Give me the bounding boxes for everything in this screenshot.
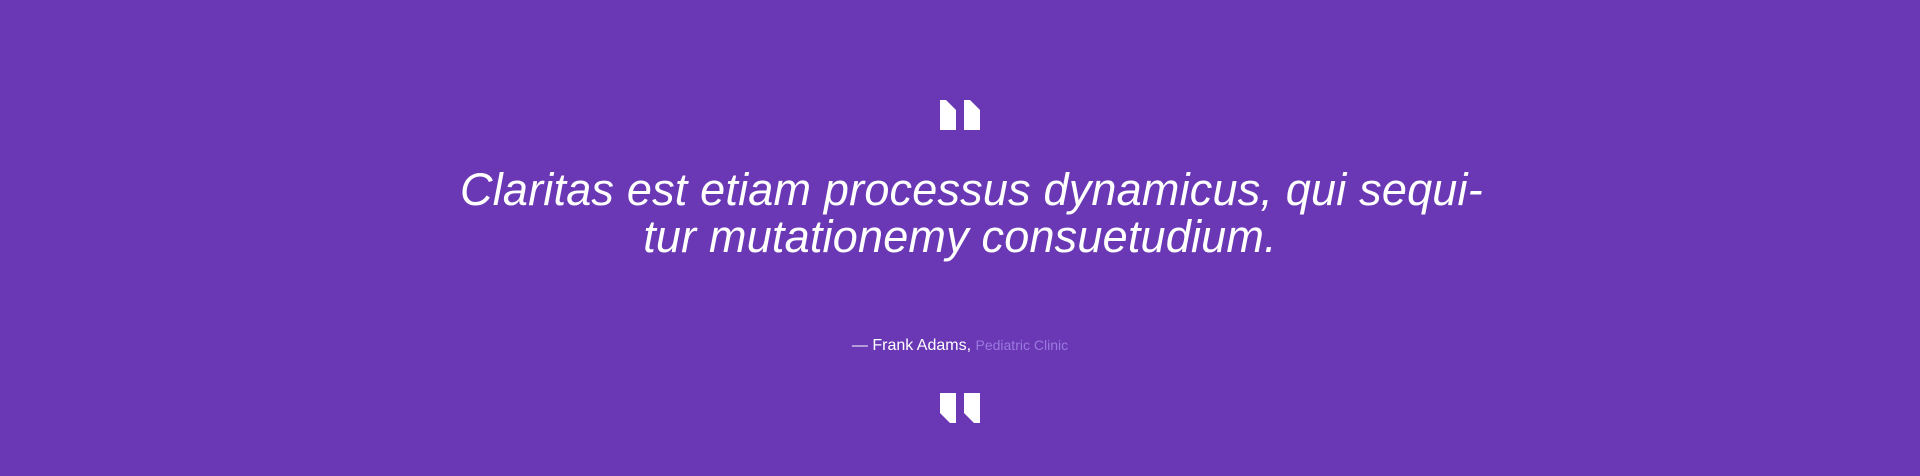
author-name: Frank Adams, [872,337,972,354]
quote-open-icon [940,100,980,130]
author-prefix: — [851,337,873,354]
quote-close-icon [940,393,980,423]
author-organization: Pediatric Clinic [975,337,1069,353]
testimonial-section: Claritas est etiam processus dynamicus, … [0,0,1920,476]
testimonial-quote: Claritas est etiam processus dynamicus, … [460,164,1483,262]
testimonial-attribution: — Frank Adams, Pediatric Clinic [852,333,1068,357]
quote-line: tur mutationemy consuetudium. [643,211,1277,262]
quote-line: Claritas est etiam processus dynamicus, … [460,164,1483,215]
